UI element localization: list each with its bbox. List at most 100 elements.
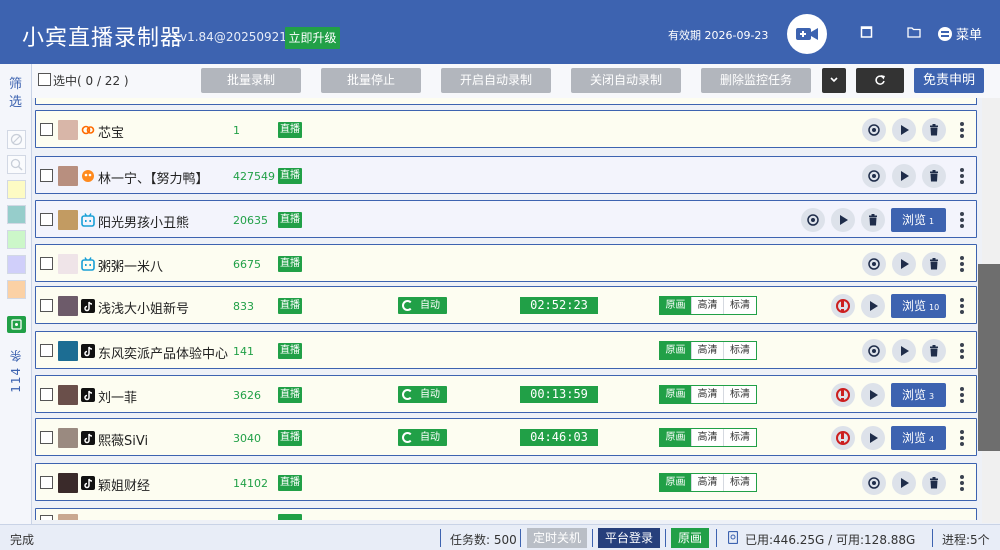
more-options-icon[interactable] — [960, 212, 964, 228]
quality-hd[interactable]: 高清 — [692, 386, 724, 403]
more-options-icon[interactable] — [960, 298, 964, 314]
scrollbar-thumb[interactable] — [978, 264, 1000, 451]
delete-button[interactable] — [922, 118, 946, 142]
list-item[interactable]: 刘一菲 3626 直播 自动 00:13:59 原画 高清 标清 浏览 3 — [35, 375, 977, 413]
more-options-icon[interactable] — [960, 430, 964, 446]
record-button[interactable] — [862, 164, 886, 188]
quality-original[interactable]: 原画 — [660, 297, 692, 314]
play-button[interactable] — [892, 471, 916, 495]
preview-button[interactable]: 浏览 4 — [891, 426, 946, 450]
quality-sd[interactable]: 标清 — [724, 342, 756, 359]
list-item[interactable]: 粥粥一米八 6675 直播 — [35, 244, 977, 282]
preview-button[interactable]: 浏览 10 — [891, 294, 946, 318]
stop-record-button[interactable] — [831, 426, 855, 450]
filter-color-yellow[interactable] — [7, 180, 26, 199]
filter-label[interactable]: 筛选 — [9, 76, 23, 112]
disable-auto-record-button[interactable]: 关闭自动录制 — [571, 68, 681, 93]
preview-button[interactable]: 浏览 1 — [891, 208, 946, 232]
list-item[interactable]: 阳光男孩小丑熊 20635 直播 浏览 1 — [35, 200, 977, 238]
preview-button[interactable]: 浏览 3 — [891, 383, 946, 407]
more-options-icon[interactable] — [960, 387, 964, 403]
quality-selector[interactable]: 原画 高清 标清 — [659, 473, 757, 492]
record-button[interactable] — [862, 339, 886, 363]
play-button[interactable] — [861, 294, 885, 318]
minimize-icon[interactable] — [860, 25, 874, 39]
add-record-button[interactable] — [787, 14, 827, 54]
filter-color-orange[interactable] — [7, 280, 26, 299]
delete-monitor-button[interactable]: 删除监控任务 — [701, 68, 811, 93]
refresh-button[interactable] — [856, 68, 904, 93]
delete-button[interactable] — [922, 471, 946, 495]
quality-hd[interactable]: 高清 — [692, 342, 724, 359]
row-checkbox[interactable] — [40, 476, 53, 489]
live-filter-icon[interactable] — [7, 316, 26, 333]
quality-sd[interactable]: 标清 — [724, 297, 756, 314]
menu-button[interactable]: 菜单 — [938, 24, 982, 43]
list-item[interactable]: 熙薇SiVi 3040 直播 自动 04:46:03 原画 高清 标清 浏览 4 — [35, 418, 977, 456]
select-all-checkbox[interactable] — [38, 73, 51, 86]
list-item[interactable]: 芯宝 1 直播 — [35, 110, 977, 148]
batch-stop-button[interactable]: 批量停止 — [321, 68, 421, 93]
row-checkbox[interactable] — [40, 213, 53, 226]
play-button[interactable] — [892, 252, 916, 276]
row-checkbox[interactable] — [40, 388, 53, 401]
delete-button[interactable] — [922, 164, 946, 188]
quality-hd[interactable]: 高清 — [692, 297, 724, 314]
auto-record-badge[interactable]: 自动 — [398, 386, 447, 403]
filter-color-purple[interactable] — [7, 255, 26, 274]
list-item[interactable]: 林一宁、【努力鸭】 427549 直播 — [35, 156, 977, 194]
list-item[interactable]: 东风奕派产品体验中心 141 直播 原画 高清 标清 — [35, 331, 977, 369]
record-button[interactable] — [862, 252, 886, 276]
quality-selector[interactable]: 原画 高清 标清 — [659, 385, 757, 404]
quality-sd[interactable]: 标清 — [724, 474, 756, 491]
stop-record-button[interactable] — [831, 294, 855, 318]
row-checkbox[interactable] — [40, 299, 53, 312]
quality-selector[interactable]: 原画 高清 标清 — [659, 341, 757, 360]
upgrade-button[interactable]: 立即升级 — [285, 27, 340, 49]
row-checkbox[interactable] — [40, 431, 53, 444]
quality-original[interactable]: 原画 — [660, 342, 692, 359]
record-button[interactable] — [862, 118, 886, 142]
quality-original[interactable]: 原画 — [660, 429, 692, 446]
play-button[interactable] — [892, 164, 916, 188]
dropdown-button[interactable] — [822, 68, 846, 93]
row-checkbox[interactable] — [40, 123, 53, 136]
list-item[interactable]: 颖姐财经 14102 直播 原画 高清 标清 — [35, 463, 977, 501]
play-button[interactable] — [861, 383, 885, 407]
quality-hd[interactable]: 高清 — [692, 474, 724, 491]
play-button[interactable] — [831, 208, 855, 232]
scheduled-shutdown-button[interactable]: 定时关机 — [527, 528, 587, 548]
row-checkbox[interactable] — [40, 169, 53, 182]
more-options-icon[interactable] — [960, 475, 964, 491]
delete-button[interactable] — [922, 339, 946, 363]
more-options-icon[interactable] — [960, 168, 964, 184]
row-checkbox[interactable] — [40, 515, 53, 520]
enable-auto-record-button[interactable]: 开启自动录制 — [441, 68, 551, 93]
play-button[interactable] — [861, 426, 885, 450]
original-quality-button[interactable]: 原画 — [671, 528, 709, 548]
quality-selector[interactable]: 原画 高清 标清 — [659, 428, 757, 447]
row-checkbox[interactable] — [40, 257, 53, 270]
record-button[interactable] — [801, 208, 825, 232]
delete-button[interactable] — [922, 252, 946, 276]
auto-record-badge[interactable]: 自动 — [398, 297, 447, 314]
disclaimer-button[interactable]: 免责申明 — [914, 68, 984, 93]
filter-clear-icon[interactable] — [7, 130, 26, 149]
filter-color-green[interactable] — [7, 230, 26, 249]
platform-login-button[interactable]: 平台登录 — [598, 528, 660, 548]
more-options-icon[interactable] — [960, 256, 964, 272]
quality-sd[interactable]: 标清 — [724, 429, 756, 446]
batch-record-button[interactable]: 批量录制 — [201, 68, 301, 93]
list-item[interactable]: 浅浅大小姐新号 833 直播 自动 02:52:23 原画 高清 标清 浏览 10 — [35, 286, 977, 324]
play-button[interactable] — [892, 339, 916, 363]
auto-record-badge[interactable]: 自动 — [398, 429, 447, 446]
more-options-icon[interactable] — [960, 122, 964, 138]
quality-original[interactable]: 原画 — [660, 474, 692, 491]
quality-hd[interactable]: 高清 — [692, 429, 724, 446]
quality-sd[interactable]: 标清 — [724, 386, 756, 403]
delete-button[interactable] — [861, 208, 885, 232]
folder-icon[interactable] — [907, 25, 921, 39]
row-checkbox[interactable] — [40, 344, 53, 357]
stop-record-button[interactable] — [831, 383, 855, 407]
filter-color-teal[interactable] — [7, 205, 26, 224]
